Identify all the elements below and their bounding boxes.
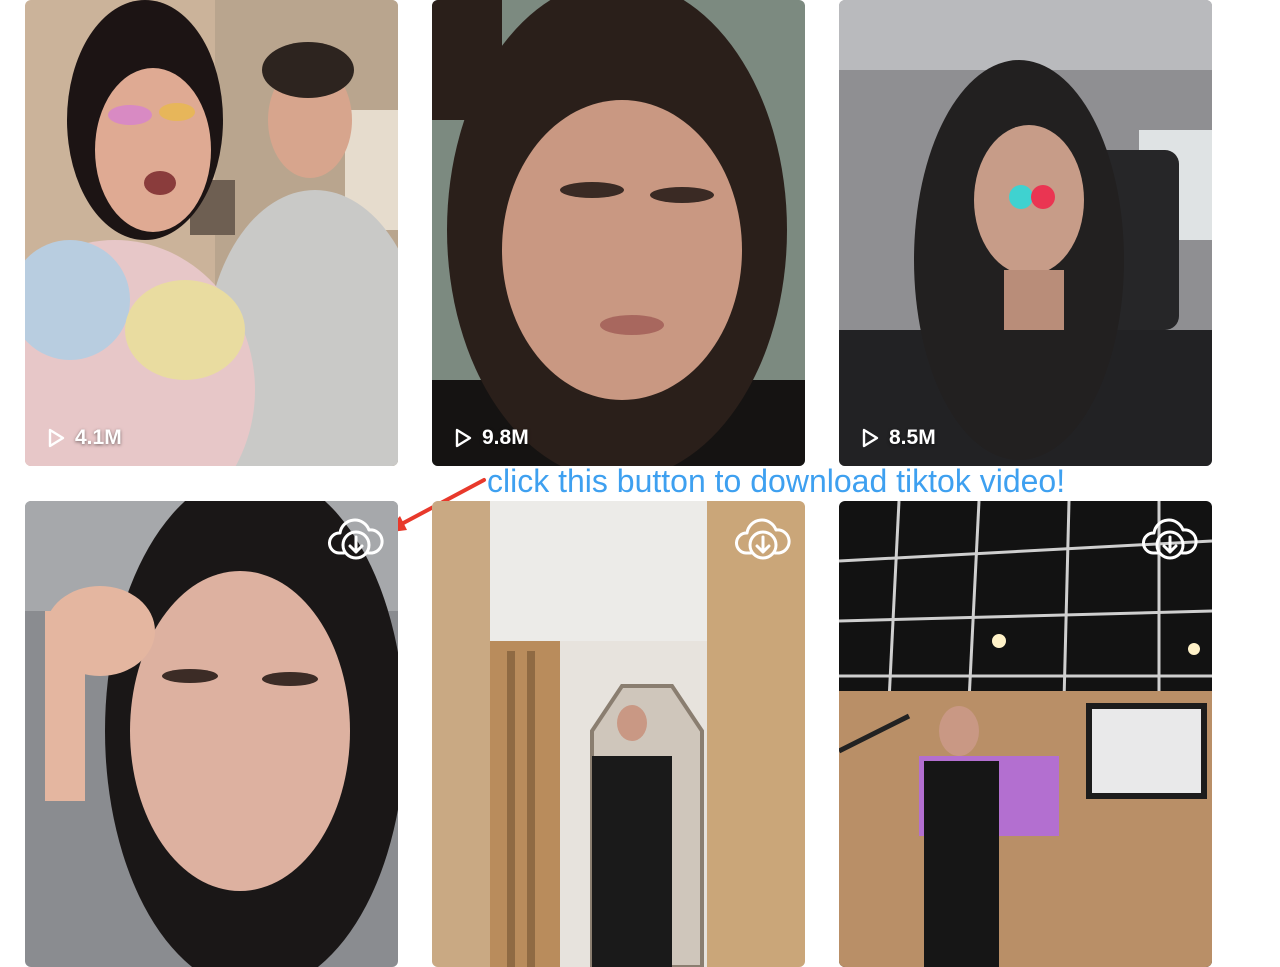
- video-thumbnail-3[interactable]: 8.5M: [839, 0, 1212, 466]
- cloud-download-icon: [735, 518, 791, 560]
- play-icon: [862, 428, 879, 448]
- view-count-label: 4.1M: [75, 426, 122, 449]
- video-thumbnail-2[interactable]: 9.8M: [432, 0, 805, 466]
- download-button[interactable]: [1140, 513, 1200, 563]
- download-button[interactable]: [733, 513, 793, 563]
- download-button[interactable]: [326, 513, 386, 563]
- video-5-image: [432, 501, 805, 967]
- video-2-image: [432, 0, 805, 466]
- view-count: 9.8M: [452, 426, 529, 450]
- cloud-download-icon: [1142, 518, 1198, 560]
- download-hint-text: click this button to download tiktok vid…: [487, 463, 1066, 499]
- view-count: 8.5M: [859, 426, 936, 450]
- video-1-image: [25, 0, 398, 466]
- video-thumbnail-4[interactable]: [25, 501, 398, 967]
- video-thumbnail-5[interactable]: [432, 501, 805, 967]
- video-6-image: [839, 501, 1212, 967]
- view-count: 4.1M: [45, 426, 122, 450]
- play-icon: [48, 428, 65, 448]
- video-3-image: [839, 0, 1212, 466]
- view-count-label: 9.8M: [482, 426, 529, 449]
- video-4-image: [25, 501, 398, 967]
- play-icon: [455, 428, 472, 448]
- video-thumbnail-1[interactable]: 4.1M: [25, 0, 398, 466]
- cloud-download-icon: [328, 518, 384, 560]
- view-count-label: 8.5M: [889, 426, 936, 449]
- video-thumbnail-6[interactable]: [839, 501, 1212, 967]
